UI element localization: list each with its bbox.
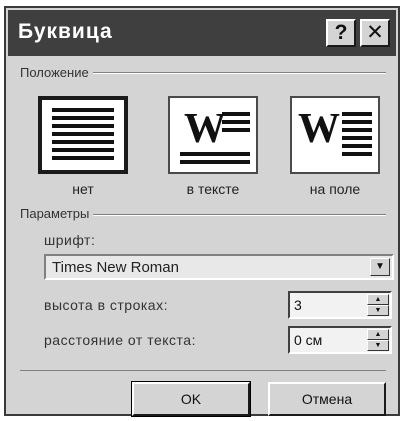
option-in-text-label: в тексте <box>186 181 240 197</box>
lines-stepper[interactable]: 3 ▲ ▼ <box>288 291 392 319</box>
decrement-icon[interactable]: ▼ <box>367 340 389 351</box>
distance-stepper-buttons: ▲ ▼ <box>367 329 389 351</box>
font-label: шрифт: <box>44 232 96 248</box>
cancel-button[interactable]: Отмена <box>268 382 386 416</box>
increment-icon[interactable]: ▲ <box>367 294 389 305</box>
close-button[interactable]: ✕ <box>360 19 390 47</box>
option-in-text[interactable]: W <box>168 96 258 174</box>
dropcap-letter-w: W <box>184 106 226 152</box>
text-lines-icon <box>180 152 250 168</box>
font-select[interactable]: Times New Roman ▼ <box>44 254 394 280</box>
dropcap-dialog: Буквица ? ✕ Положение нет W в тексте W н… <box>4 6 400 417</box>
title-bar[interactable]: Буквица ? ✕ <box>8 10 396 56</box>
dropcap-in-text-icon <box>222 112 250 136</box>
params-group-label: Параметры <box>20 206 94 221</box>
increment-icon[interactable]: ▲ <box>367 329 389 340</box>
decrement-icon[interactable]: ▼ <box>367 305 389 316</box>
dialog-title: Буквица <box>18 20 113 43</box>
dropcap-in-margin-icon <box>342 112 372 160</box>
help-button[interactable]: ? <box>326 19 356 47</box>
option-in-margin[interactable]: W <box>290 96 380 174</box>
option-none-label: нет <box>72 181 94 197</box>
position-group-label: Положение <box>20 65 93 80</box>
option-in-margin-label: на поле <box>309 181 361 197</box>
params-group-bottom-edge <box>20 370 386 371</box>
no-dropcap-icon <box>52 108 114 164</box>
distance-value: 0 см <box>294 332 323 348</box>
close-icon: ✕ <box>366 21 384 44</box>
lines-label: высота в строках: <box>44 297 168 313</box>
distance-stepper[interactable]: 0 см ▲ ▼ <box>288 326 392 354</box>
dropcap-letter-w: W <box>298 106 340 152</box>
chevron-down-icon[interactable]: ▼ <box>370 258 390 276</box>
option-none[interactable] <box>38 96 128 174</box>
lines-value: 3 <box>294 297 302 313</box>
lines-stepper-buttons: ▲ ▼ <box>367 294 389 316</box>
ok-button[interactable]: OK <box>131 381 251 417</box>
help-icon: ? <box>334 21 348 44</box>
font-select-value: Times New Roman <box>52 259 179 276</box>
distance-label: расстояние от текста: <box>44 332 196 348</box>
